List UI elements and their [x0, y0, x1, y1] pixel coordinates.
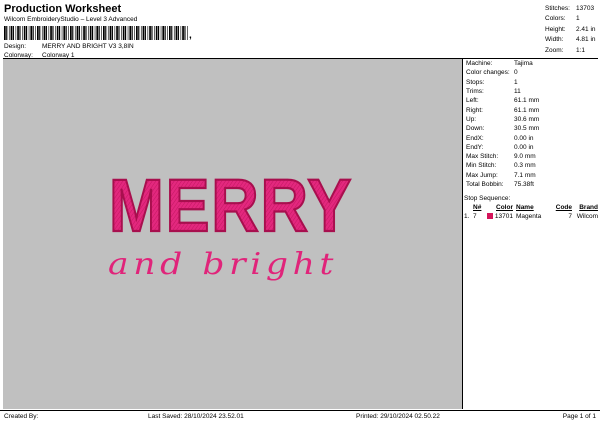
stat-value: 4.81 in — [576, 36, 596, 44]
row-n: 7 — [473, 213, 477, 220]
stat-label: Width: — [545, 36, 564, 44]
info-label: Trims: — [466, 88, 484, 96]
stat-zoom: Zoom: 1:1 — [545, 45, 597, 56]
info-row: Max Stitch: 9.0 mm — [466, 152, 598, 161]
info-row: EndY: 0.00 in — [466, 143, 598, 152]
table-row: 1. 7 13701 Magenta 7 Wilcom — [464, 212, 598, 221]
footer-divider — [0, 410, 600, 411]
row-code: 7 — [568, 213, 572, 220]
info-row: Left: 61.1 mm — [466, 96, 598, 105]
col-name: Name — [516, 204, 534, 211]
merry-text: MERRY — [109, 164, 353, 247]
info-value: 11 — [514, 88, 521, 96]
info-label: Left: — [466, 97, 479, 105]
info-label: EndY: — [466, 143, 484, 151]
info-row: Stops: 1 — [466, 78, 598, 87]
info-row: EndX: 0.00 in — [466, 133, 598, 142]
info-value: 9.0 mm — [514, 153, 536, 161]
stat-colors: Colors: 1 — [545, 14, 597, 25]
info-label: Max Jump: — [466, 171, 498, 179]
stop-sequence-title: Stop Sequence: — [464, 195, 511, 202]
design-value: MERRY AND BRIGHT V3 3,8IN — [42, 43, 134, 50]
row-index: 1. — [464, 213, 470, 220]
info-value: 61.1 mm — [514, 106, 540, 114]
info-value: 30.5 mm — [514, 125, 540, 133]
col-code: Code — [555, 204, 572, 211]
design-label: Design: — [4, 43, 27, 50]
stat-stitches: Stitches: 13703 — [545, 3, 597, 14]
info-label: Min Stitch: — [466, 162, 497, 170]
col-brand: Brand — [579, 204, 598, 211]
summary-stats: Stitches: 13703 Colors: 1 Height: 2.41 in W… — [545, 3, 597, 56]
info-value: 0.00 in — [514, 143, 534, 151]
last-saved: Last Saved: 28/10/2024 23.52.01 — [148, 413, 244, 420]
info-label: Right: — [466, 106, 483, 114]
info-value: 0 — [514, 69, 518, 77]
info-row: Total Bobbin: 75.38ft — [466, 180, 598, 189]
stop-sequence-header: N# Color Name Code Brand — [464, 203, 598, 212]
info-label: Machine: — [466, 60, 493, 68]
stat-label: Height: — [545, 25, 566, 33]
machine-info: Machine: Tajima Color changes: 0 Stops: 1 Trim… — [466, 59, 598, 189]
stat-value: 2.41 in — [576, 25, 596, 33]
stat-value: 1:1 — [576, 46, 586, 54]
info-label: Total Bobbin: — [466, 181, 504, 188]
info-label: Color changes: — [466, 69, 510, 77]
barcode — [4, 26, 188, 40]
design-preview: MERRY and bright — [3, 59, 462, 409]
software-name: Wilcom EmbroideryStudio – Level 3 Advanc… — [4, 16, 138, 23]
info-row: Down: 30.5 mm — [466, 124, 598, 133]
embroidery-artwork: MERRY and bright — [108, 163, 353, 282]
stat-label: Colors: — [545, 15, 566, 23]
info-value: 30.6 mm — [514, 115, 540, 123]
info-value: 75.38ft — [514, 181, 534, 188]
printed-date: Printed: 29/10/2024 02.50.22 — [356, 413, 440, 420]
info-row: Trims: 11 — [466, 87, 598, 96]
info-value: 7.1 mm — [514, 171, 536, 179]
row-color: 13701 — [485, 213, 513, 220]
stat-width: Width: 4.81 in — [545, 35, 597, 46]
info-value: 0.3 mm — [514, 162, 536, 170]
info-row: Max Jump: 7.1 mm — [466, 171, 598, 180]
row-brand: Wilcom — [576, 213, 598, 220]
stat-height: Height: 2.41 in — [545, 24, 597, 35]
info-row: Right: 61.1 mm — [466, 105, 598, 114]
footer: Created By: Last Saved: 28/10/2024 23.52… — [0, 410, 600, 424]
color-code: 13701 — [494, 213, 513, 220]
bright-text: and bright — [108, 247, 338, 282]
info-value: Tajima — [514, 60, 533, 68]
info-value: 1 — [514, 78, 518, 86]
page-title: Production Worksheet — [4, 3, 122, 15]
info-label: Stops: — [466, 78, 485, 86]
info-value: 0.00 in — [514, 134, 534, 142]
info-label: Up: — [466, 115, 477, 123]
info-value: 61.1 mm — [514, 97, 540, 105]
col-color: Color — [496, 204, 513, 211]
stat-label: Stitches: — [545, 4, 570, 12]
info-row: Color changes: 0 — [466, 68, 598, 77]
color-swatch — [486, 213, 493, 220]
info-label: EndX: — [466, 134, 484, 142]
stat-value: 1 — [576, 15, 580, 23]
page-number: Page 1 of 1 — [562, 413, 596, 420]
info-row: Min Stitch: 0.3 mm — [466, 161, 598, 170]
barcode-suffix: , — [189, 30, 192, 41]
stop-sequence: Stop Sequence: N# Color Name Code Brand … — [464, 194, 598, 221]
info-row: Machine: Tajima — [466, 59, 598, 68]
info-label: Down: — [466, 125, 485, 133]
info-label: Max Stitch: — [466, 153, 499, 161]
stat-value: 13703 — [576, 4, 595, 12]
row-name: Magenta — [516, 213, 542, 220]
info-row: Up: 30.6 mm — [466, 115, 598, 124]
panel-divider — [462, 59, 463, 409]
col-n: N# — [473, 204, 482, 211]
created-by: Created By: — [4, 413, 39, 420]
stat-label: Zoom: — [545, 46, 564, 54]
